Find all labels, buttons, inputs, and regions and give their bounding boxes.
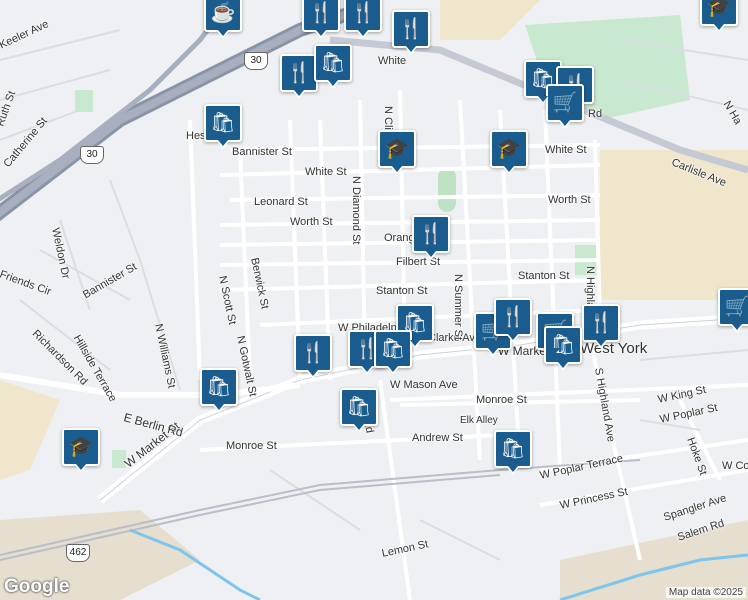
street-label: Andrew St — [412, 432, 463, 444]
shopping-bag-icon[interactable]: 🛍 — [204, 104, 242, 149]
restaurant-icon[interactable]: 🍴 — [392, 10, 430, 55]
route-30-shield: 30 — [244, 52, 268, 70]
street-label: White — [378, 55, 407, 67]
restaurant-icon[interactable]: 🍴 — [294, 334, 332, 379]
route-30-shield: 30 — [80, 146, 104, 164]
street-label: White St — [305, 166, 347, 178]
street-label: Bannister St — [232, 146, 292, 158]
street-label: Monroe St — [226, 440, 277, 452]
shopping-bag-icon[interactable]: 🛍 — [200, 368, 238, 413]
school-icon[interactable]: 🎓 — [700, 0, 738, 33]
street-label: Monroe St — [476, 394, 527, 406]
school-icon[interactable]: 🎓 — [62, 428, 100, 473]
restaurant-icon[interactable]: 🍴 — [494, 298, 532, 343]
route-462-shield: 462 — [66, 544, 90, 562]
street-label: Leonard St — [254, 196, 308, 208]
restaurant-icon[interactable]: 🍴 — [344, 0, 382, 39]
street-label: N Summer St — [452, 274, 464, 341]
street-label: Elk Alley — [460, 415, 498, 426]
shopping-bag-icon[interactable]: 🛍 — [494, 430, 532, 475]
google-logo: Google — [4, 576, 70, 597]
street-label: W Co — [722, 460, 748, 472]
shopping-bag-icon[interactable]: 🛍 — [374, 330, 412, 375]
street-label: Worth St — [548, 194, 591, 206]
street-label: Rd — [588, 108, 603, 120]
street-label: Stanton St — [518, 270, 570, 282]
restaurant-icon[interactable]: 🍴 — [412, 215, 450, 260]
town-label: West York — [580, 340, 648, 357]
school-icon[interactable]: 🎓 — [378, 130, 416, 175]
street-label: Stanton St — [376, 285, 428, 297]
school-icon[interactable]: 🎓 — [490, 130, 528, 175]
restaurant-icon[interactable]: 🍴 — [582, 304, 620, 349]
street-label: White St — [545, 144, 587, 156]
street-label: Worth St — [290, 216, 333, 228]
restaurant-icon[interactable]: 🍴 — [302, 0, 340, 39]
shopping-cart-icon[interactable]: 🛒 — [718, 288, 748, 333]
map-base — [0, 0, 748, 600]
map-attribution: Map data ©2025 — [665, 587, 746, 598]
street-label: N Diamond St — [350, 176, 362, 245]
shopping-bag-icon[interactable]: 🛍 — [544, 326, 582, 371]
shopping-bag-icon[interactable]: 🛍 — [340, 388, 378, 433]
map[interactable]: 30 30 462 Bannister St White St Leonard … — [0, 0, 748, 600]
shopping-bag-icon[interactable]: 🛍 — [314, 44, 352, 89]
street-label: W Mason Ave — [390, 379, 458, 391]
restaurant-icon[interactable]: 🍴 — [280, 54, 318, 99]
cafe-icon[interactable]: ☕ — [204, 0, 242, 39]
